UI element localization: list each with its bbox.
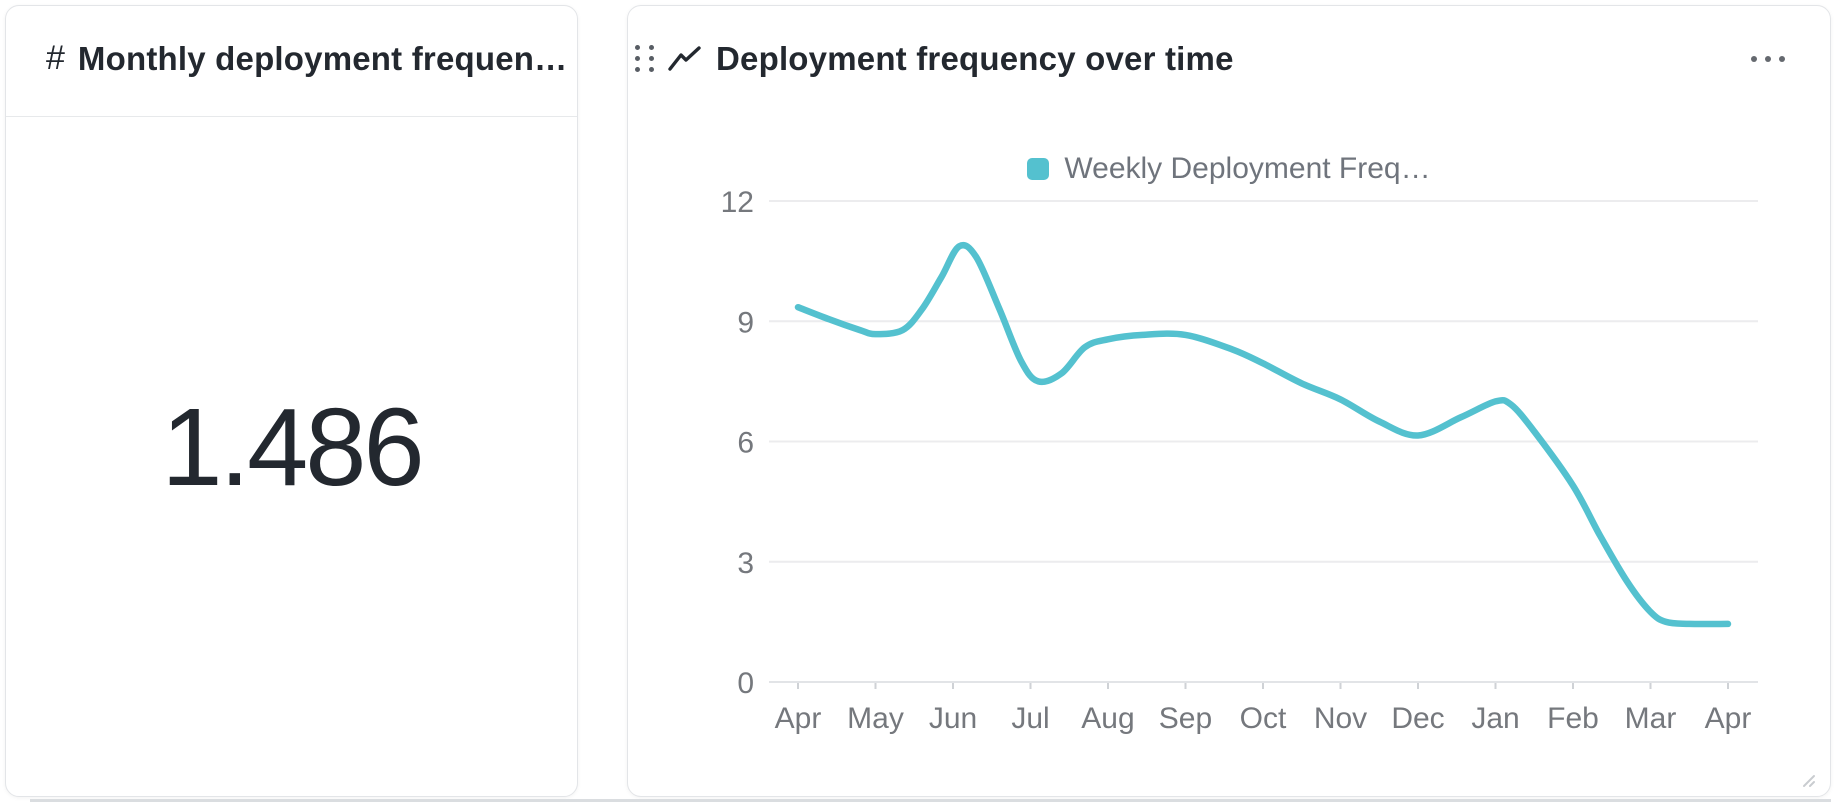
line-chart-canvas[interactable]: 0 3 6 9 12 Apr May Jun Jul Aug Sep Oct Nov Dec Jan Feb M… — [628, 6, 1832, 798]
svg-text:6: 6 — [737, 427, 754, 460]
svg-text:May: May — [847, 702, 904, 735]
svg-text:3: 3 — [737, 547, 754, 580]
card-deployment-frequency-over-time[interactable]: Deployment frequency over time Weekly De… — [627, 5, 1831, 797]
svg-text:Jun: Jun — [929, 702, 977, 735]
svg-text:Feb: Feb — [1547, 702, 1599, 735]
svg-text:9: 9 — [737, 306, 754, 339]
card-monthly-deployment-frequency[interactable]: # Monthly deployment frequen… 1.486 — [5, 5, 578, 797]
y-axis-labels: 0 3 6 9 12 — [721, 186, 754, 700]
svg-text:Nov: Nov — [1314, 702, 1367, 735]
svg-text:Sep: Sep — [1159, 702, 1212, 735]
scalar-value[interactable]: 1.486 — [161, 384, 421, 511]
x-axis-ticks — [798, 683, 1728, 689]
svg-text:Apr: Apr — [775, 702, 822, 735]
svg-text:Aug: Aug — [1081, 702, 1134, 735]
next-row-edge — [30, 799, 1831, 802]
scalar-area: 1.486 — [6, 117, 577, 777]
svg-text:Dec: Dec — [1391, 702, 1444, 735]
svg-text:Mar: Mar — [1625, 702, 1677, 735]
svg-text:Jan: Jan — [1471, 702, 1519, 735]
svg-text:Oct: Oct — [1240, 702, 1287, 735]
x-axis-labels: Apr May Jun Jul Aug Sep Oct Nov Dec Jan Feb Mar Apr — [775, 702, 1752, 735]
y-gridlines — [769, 201, 1758, 682]
left-card-title: Monthly deployment frequen… — [78, 40, 567, 78]
resize-handle-icon[interactable] — [1798, 770, 1816, 788]
svg-text:Jul: Jul — [1011, 702, 1049, 735]
dashboard: # Monthly deployment frequen… 1.486 Depl… — [0, 0, 1836, 804]
number-icon: # — [46, 39, 65, 78]
series-weekly-deployment-frequency[interactable] — [798, 245, 1728, 624]
svg-text:12: 12 — [721, 186, 754, 219]
left-card-header: # Monthly deployment frequen… — [6, 6, 577, 111]
svg-text:Apr: Apr — [1705, 702, 1752, 735]
svg-text:0: 0 — [737, 667, 754, 700]
